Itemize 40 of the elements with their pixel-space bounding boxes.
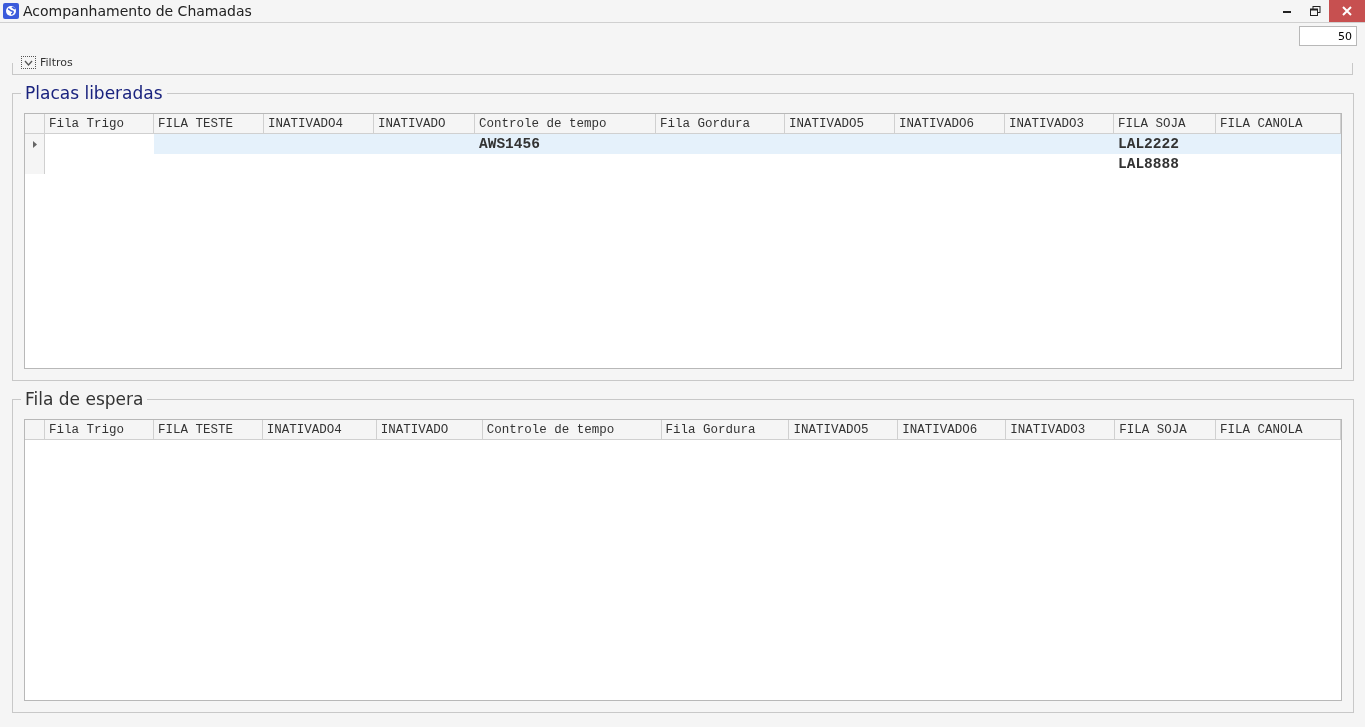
minimize-icon (1283, 9, 1291, 13)
column-header[interactable]: INATIVADO6 (895, 114, 1005, 134)
window-title: Acompanhamento de Chamadas (23, 3, 252, 19)
column-header[interactable]: Controle de tempo (482, 420, 662, 440)
column-header[interactable]: INATIVADO6 (898, 420, 1007, 440)
column-header[interactable]: Fila Trigo (45, 420, 154, 440)
column-header[interactable]: Controle de tempo (475, 114, 656, 134)
app-globe-icon (3, 3, 19, 19)
row-pointer-icon (32, 140, 37, 148)
column-header[interactable]: INATIVADO5 (785, 114, 895, 134)
table-cell-text: LAL8888 (1117, 155, 1180, 174)
column-header[interactable]: INATIVADO4 (264, 114, 374, 134)
close-button[interactable] (1329, 0, 1365, 22)
column-header[interactable]: FILA SOJA (1115, 420, 1217, 440)
row-header[interactable] (25, 134, 45, 154)
column-header[interactable]: FILA CANOLA (1216, 114, 1341, 134)
chevron-icon (24, 59, 33, 66)
column-header[interactable]: INATIVADO4 (262, 420, 377, 440)
column-header[interactable]: INATIVADO (374, 114, 475, 134)
panel-title: Fila de espera (24, 389, 145, 409)
table-cell-text: AWS1456 (478, 135, 541, 154)
count-field[interactable]: 50 (1299, 26, 1357, 46)
filters-label: Filtros (40, 56, 73, 69)
column-header[interactable]: INATIVADO3 (1006, 420, 1116, 440)
column-header[interactable]: FILA SOJA (1114, 114, 1216, 134)
column-header[interactable]: FILA CANOLA (1216, 420, 1341, 440)
column-header[interactable]: FILA TESTE (154, 114, 264, 134)
close-icon (1342, 6, 1352, 16)
expand-toggle[interactable] (21, 56, 36, 69)
panel-title: Placas liberadas (24, 83, 164, 103)
column-header[interactable]: INATIVADO3 (1005, 114, 1114, 134)
column-header[interactable]: Fila Gordura (656, 114, 785, 134)
column-header[interactable]: INATIVADO5 (789, 420, 899, 440)
column-header[interactable]: Fila Gordura (661, 420, 790, 440)
column-header[interactable]: Fila Trigo (45, 114, 154, 134)
table-cell-text: LAL2222 (1117, 135, 1180, 154)
table-row[interactable]: AWS1456 LAL2222 (25, 134, 1341, 154)
restore-icon (1309, 6, 1321, 16)
column-header[interactable]: FILA TESTE (153, 420, 263, 440)
column-header[interactable]: INATIVADO (376, 420, 483, 440)
